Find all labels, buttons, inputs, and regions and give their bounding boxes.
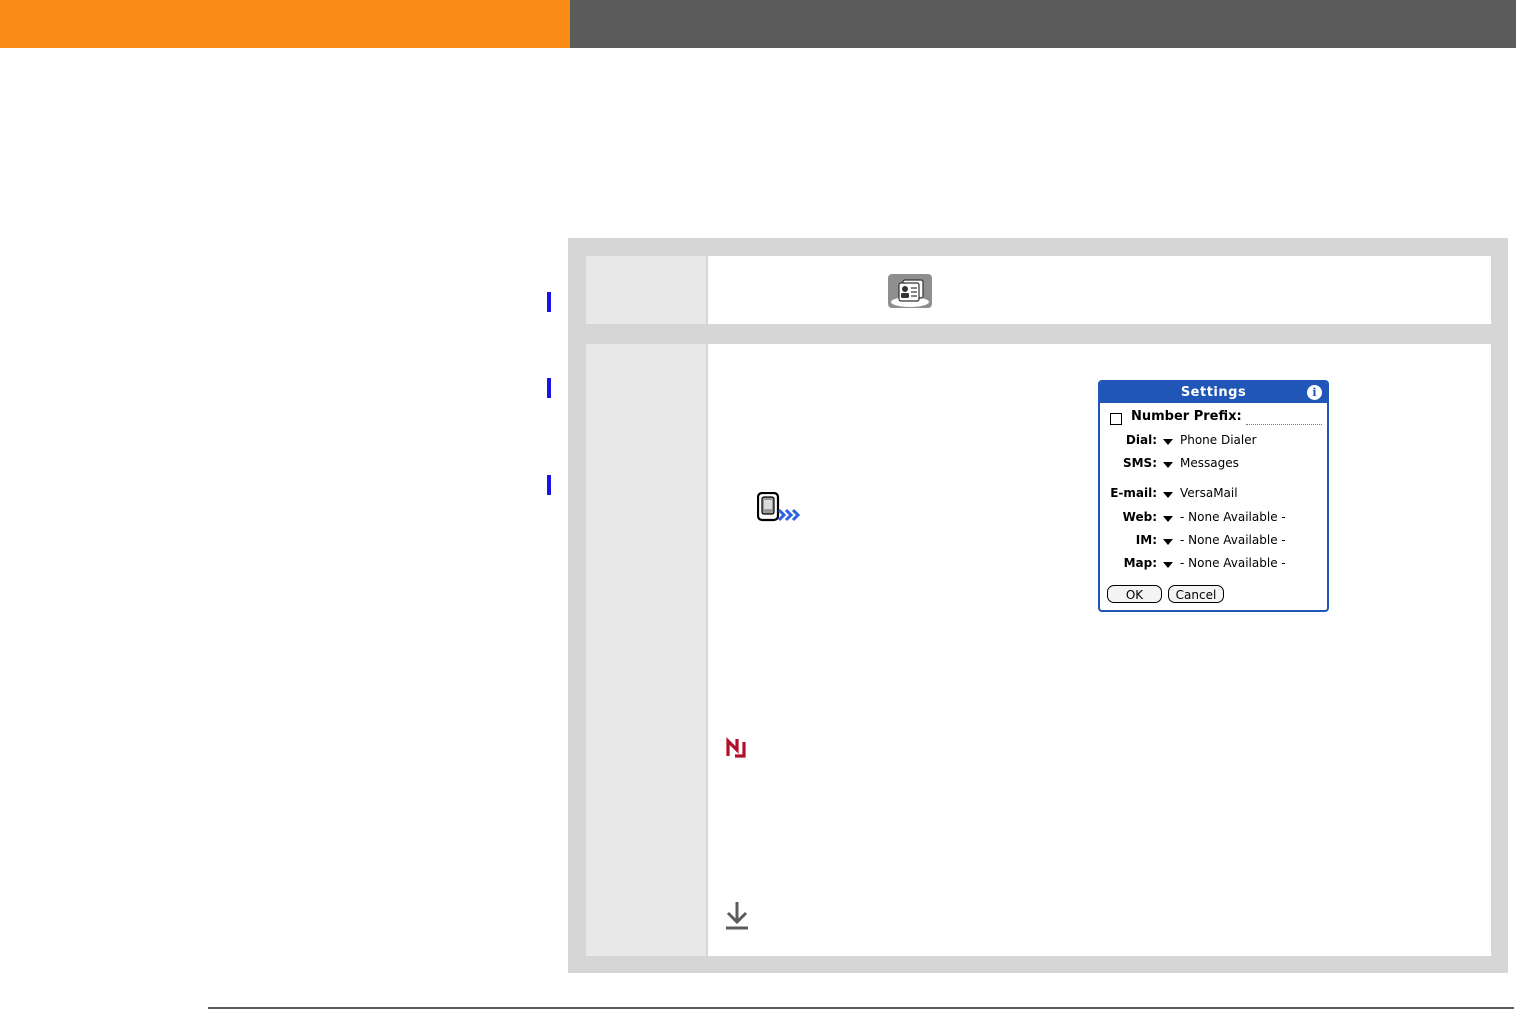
margin-marker xyxy=(547,292,551,312)
im-label: IM: xyxy=(1135,533,1157,547)
map-row: Map: - None Available - xyxy=(1100,556,1327,574)
dial-label: Dial: xyxy=(1125,433,1157,447)
web-dropdown-icon[interactable] xyxy=(1163,516,1173,522)
margin-marker xyxy=(547,475,551,495)
cancel-button[interactable]: Cancel xyxy=(1168,585,1224,603)
dialog-title: Settings xyxy=(1100,382,1327,403)
contacts-app-icon xyxy=(888,274,932,308)
map-dropdown-icon[interactable] xyxy=(1163,562,1173,568)
procedure-frame xyxy=(568,238,1508,973)
done-icon xyxy=(726,902,748,930)
email-row: E-mail: VersaMail xyxy=(1100,486,1327,504)
manual-page: Settings i Number Prefix: Dial: Phone Di… xyxy=(0,0,1516,1010)
dial-dropdown-icon[interactable] xyxy=(1163,439,1173,445)
im-row: IM: - None Available - xyxy=(1100,533,1327,551)
web-label: Web: xyxy=(1122,510,1157,524)
map-label: Map: xyxy=(1123,556,1157,570)
ok-button[interactable]: OK xyxy=(1107,585,1162,603)
email-value[interactable]: VersaMail xyxy=(1180,486,1238,500)
dial-value[interactable]: Phone Dialer xyxy=(1180,433,1257,447)
sms-row: SMS: Messages xyxy=(1100,456,1327,474)
sms-dropdown-icon[interactable] xyxy=(1163,462,1173,468)
info-icon[interactable]: i xyxy=(1307,385,1322,400)
step-body-cell xyxy=(708,256,1491,324)
im-value[interactable]: - None Available - xyxy=(1180,533,1286,547)
settings-dialog: Settings i Number Prefix: Dial: Phone Di… xyxy=(1098,380,1329,612)
tip-icon xyxy=(726,737,746,758)
dial-row: Dial: Phone Dialer xyxy=(1100,433,1327,451)
margin-marker xyxy=(547,378,551,398)
step-number-cell xyxy=(586,256,706,324)
email-label: E-mail: xyxy=(1110,486,1157,500)
im-dropdown-icon[interactable] xyxy=(1163,539,1173,545)
number-prefix-checkbox[interactable] xyxy=(1110,413,1122,425)
number-prefix-label: Number Prefix: xyxy=(1131,409,1242,424)
sms-value[interactable]: Messages xyxy=(1180,456,1239,470)
email-dropdown-icon[interactable] xyxy=(1163,492,1173,498)
web-row: Web: - None Available - xyxy=(1100,510,1327,528)
header-bar-gray xyxy=(570,0,1516,48)
header-bar-orange xyxy=(0,0,570,48)
web-value[interactable]: - None Available - xyxy=(1180,510,1286,524)
sms-label: SMS: xyxy=(1122,456,1157,470)
footer-rule xyxy=(208,1007,1514,1009)
prefs-app-icon xyxy=(757,492,801,522)
map-value[interactable]: - None Available - xyxy=(1180,556,1286,570)
step-number-cell xyxy=(586,344,706,956)
number-prefix-field[interactable] xyxy=(1246,424,1322,425)
